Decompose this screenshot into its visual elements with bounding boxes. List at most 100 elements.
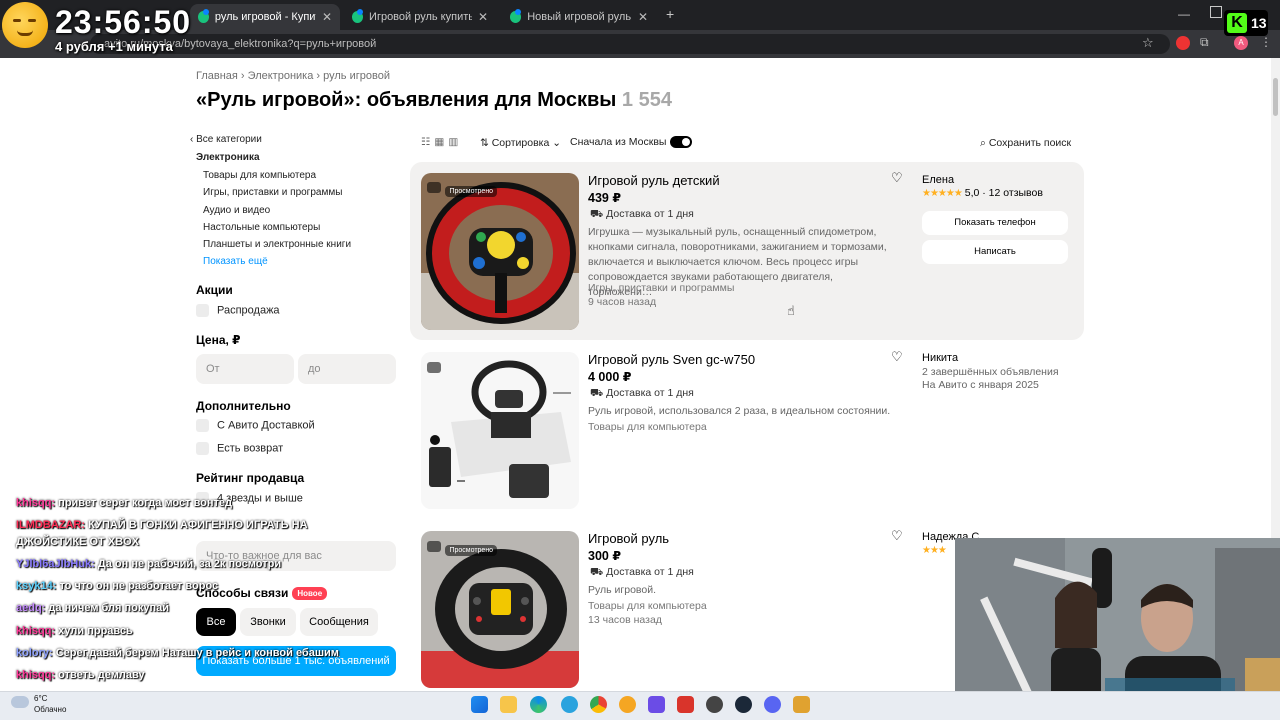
show-phone-button[interactable]: Показать телефон (922, 211, 1068, 235)
obs-icon[interactable] (706, 696, 723, 713)
checkbox-box[interactable] (196, 304, 209, 317)
new-badge: Новое (292, 587, 328, 601)
game-app-icon[interactable] (677, 696, 694, 713)
telegram-icon[interactable] (561, 696, 578, 713)
chart-app-icon[interactable] (648, 696, 665, 713)
view-mode-icons[interactable]: ☷▦▥ (421, 136, 462, 148)
extensions-puzzle-icon[interactable]: ⧉ (1200, 35, 1209, 50)
mouse-cursor-icon: ☝ (787, 303, 795, 318)
close-tab-icon[interactable]: ✕ (322, 10, 332, 24)
page-title: «Руль игровой»: объявления для Москвы 1 … (196, 89, 672, 111)
listing-3-category: Товары для компьютера (588, 600, 707, 612)
listing-3-delivery: ⛟ Доставка от 1 дня (590, 566, 694, 578)
chat-message: kolory: Серег,давай,берем Наташу в рейс … (16, 647, 339, 659)
app-icon[interactable] (619, 696, 636, 713)
cloud-weather-icon[interactable] (11, 696, 29, 708)
listing-2-title[interactable]: Игровой руль Sven gc-w750 (588, 352, 755, 367)
listing-2-photo[interactable] (421, 352, 579, 509)
browser-menu-icon[interactable]: ⋮ (1260, 35, 1272, 49)
minimize-icon[interactable]: — (1178, 7, 1190, 21)
subcategory-tablets[interactable]: Планшеты и электронные книги (203, 239, 351, 250)
file-explorer-icon[interactable] (500, 696, 517, 713)
favorite-heart-icon[interactable]: ♡ (891, 170, 903, 186)
write-message-button[interactable]: Написать (922, 240, 1068, 264)
delivery-truck-icon: ⛟ (590, 387, 604, 399)
avito-favicon-icon (352, 9, 364, 23)
steam-icon[interactable] (735, 696, 752, 713)
listing-1-category: Игры, приставки и программы (588, 282, 735, 294)
contact-calls-button[interactable]: Звонки (240, 608, 296, 636)
new-tab-button[interactable]: + (666, 6, 674, 22)
chat-text: Да он не рабочий, за 2к посмотри (97, 558, 282, 570)
seen-badge: Просмотрено (445, 545, 498, 556)
chrome-icon[interactable] (590, 696, 607, 713)
price-to-input[interactable]: до (298, 354, 396, 384)
breadcrumb-electronics[interactable]: Электроника (248, 70, 314, 82)
maximize-icon[interactable] (1210, 6, 1222, 18)
listing-1-rating: ★★★★★ 5,0 · 12 отзывов (922, 187, 1043, 199)
profile-avatar[interactable]: A (1234, 36, 1248, 50)
listing-1-title[interactable]: Игровой руль детский (588, 173, 720, 188)
close-tab-icon[interactable]: ✕ (638, 10, 648, 24)
sale-checkbox[interactable]: Распродажа (196, 304, 280, 317)
toggle-switch[interactable] (670, 136, 693, 149)
contact-all-button[interactable]: Все (196, 608, 236, 636)
moscow-first-toggle[interactable]: Сначала из Москвы (570, 136, 693, 149)
listing-2-delivery: ⛟ Доставка от 1 дня (590, 387, 694, 399)
listing-3-price: 300 ₽ (588, 549, 622, 563)
listing-2-seller[interactable]: Никита (922, 352, 958, 364)
chat-text: ДЖОЙСТИКЕ ОТ XBOX (16, 536, 140, 548)
return-checkbox[interactable]: Есть возврат (196, 442, 283, 455)
checkbox-box[interactable] (196, 442, 209, 455)
sort-dropdown[interactable]: ⇅ Сортировка ⌄ (480, 137, 561, 149)
all-categories-link[interactable]: ‹ Все категории (190, 134, 262, 145)
tab-avito-search[interactable]: руль игровой - Купить недорого ✕ (190, 4, 340, 30)
weather-temp[interactable]: 6°C (34, 694, 47, 703)
extension-icon[interactable] (1176, 36, 1190, 50)
breadcrumb-query[interactable]: руль игровой (323, 70, 390, 82)
listing-3-description: Руль игровой. (588, 584, 656, 596)
kick-logo-icon: K (1227, 13, 1247, 33)
edge-browser-icon[interactable] (530, 696, 547, 713)
chat-text: ответь демлаву (58, 669, 145, 681)
chat-text: то что он не разботает ворос (59, 580, 219, 592)
windows-taskbar (0, 691, 1280, 720)
save-search-button[interactable]: ⌕ Сохранить поиск (980, 137, 1071, 150)
chat-username: ILMDBAZAR: (16, 519, 89, 531)
start-windows-icon[interactable] (471, 696, 488, 713)
subcategory-games[interactable]: Игры, приставки и программы (203, 187, 342, 198)
weather-status[interactable]: Облачно (34, 705, 66, 714)
close-tab-icon[interactable]: ✕ (478, 10, 488, 24)
chat-message: khisqq: хули прравсь (16, 625, 133, 637)
avito-delivery-checkbox[interactable]: С Авито Доставкой (196, 419, 315, 432)
subcategory-audio-video[interactable]: Аудио и видео (203, 205, 270, 216)
subcategory-computer-goods[interactable]: Товары для компьютера (203, 170, 316, 181)
delivery-truck-icon: ⛟ (590, 208, 604, 220)
tab-steering-pedals[interactable]: Новый игровой руль с педалями ✕ (502, 4, 656, 30)
page-scrollbar-thumb[interactable] (1273, 78, 1278, 116)
bookmark-star-icon[interactable]: ☆ (1142, 35, 1154, 51)
listing-3-title[interactable]: Игровой руль (588, 531, 669, 546)
url-input[interactable]: avito.ru/moskva/bytovaya_elektronika?q=р… (90, 34, 1170, 54)
show-more-categories-link[interactable]: Показать ещё (203, 256, 268, 267)
discord-icon[interactable] (764, 696, 781, 713)
save-search-icon: ⌕ (980, 137, 986, 149)
truck-game-icon[interactable] (793, 696, 810, 713)
category-electronics[interactable]: Электроника (196, 152, 260, 163)
price-heading: Цена, ₽ (196, 333, 241, 347)
chat-username: khisqq: (16, 669, 59, 681)
contact-messages-button[interactable]: Сообщения (300, 608, 378, 636)
subcategory-desktops[interactable]: Настольные компьютеры (203, 222, 320, 233)
listing-3-time: 13 часов назад (588, 614, 662, 626)
chat-username: YJlbl6aJlbHuk: (16, 558, 98, 570)
listing-1-seller[interactable]: Елена (922, 174, 954, 186)
price-from-input[interactable]: От (196, 354, 294, 384)
favorite-heart-icon[interactable]: ♡ (891, 528, 903, 544)
favorite-heart-icon[interactable]: ♡ (891, 349, 903, 365)
chat-text: привет серег когда мост вонтед (58, 497, 233, 509)
breadcrumb-home[interactable]: Главная (196, 70, 238, 82)
checkbox-box[interactable] (196, 419, 209, 432)
listing-3-badges: Просмотрено (427, 539, 498, 557)
tab-steering-moscow[interactable]: Игровой руль купить в Москве ✕ (344, 4, 496, 30)
chat-text: да ничем бля покупай (48, 602, 170, 614)
